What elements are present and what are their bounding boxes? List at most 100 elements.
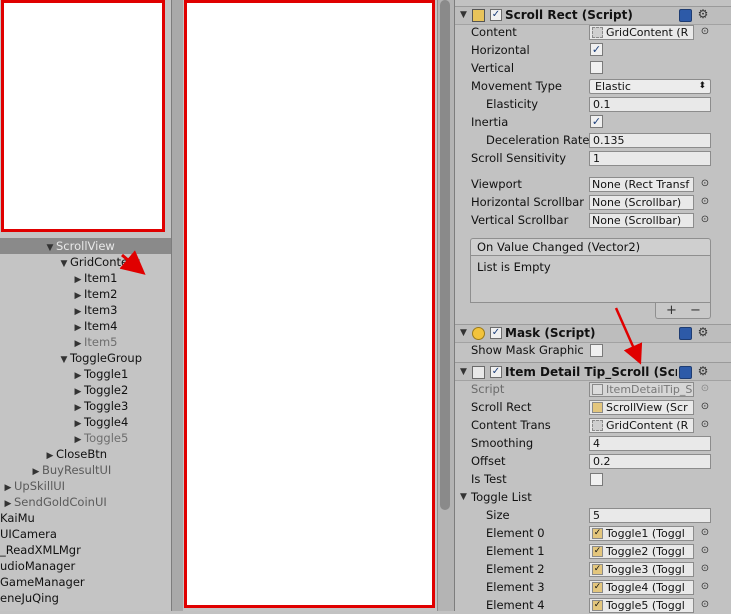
horizontal-scrollbar-field[interactable]: None (Scrollbar) — [589, 195, 694, 210]
rect-transform-icon — [592, 420, 603, 431]
hierarchy-item[interactable]: ▼ ToggleGroup — [58, 350, 142, 366]
hierarchy-item-label: Item4 — [84, 319, 118, 333]
gear-icon[interactable]: ⚙ — [695, 7, 711, 21]
object-picker-icon[interactable]: ⊙ — [699, 401, 711, 413]
smoothing-field[interactable]: 4 — [589, 436, 711, 451]
hierarchy-item[interactable]: ▼ GridContent — [58, 254, 140, 270]
hierarchy-item[interactable]: _ReadXMLMgr — [0, 542, 81, 558]
scroll-rect-field-label: Scroll Rect — [471, 400, 532, 414]
hierarchy-item-label: UpSkillUI — [14, 479, 66, 493]
hierarchy-item[interactable]: ▶ Item5 — [72, 334, 118, 350]
item-detail-enabled-checkbox[interactable]: ✓ — [490, 366, 502, 378]
element-object-field[interactable]: Toggle2 (Toggl — [589, 544, 694, 559]
fold-arrow-icon[interactable]: ▼ — [460, 324, 470, 342]
hierarchy-item[interactable]: ▶ BuyResultUI — [30, 462, 112, 478]
hierarchy-item[interactable]: eneJuQing — [0, 590, 59, 606]
elasticity-field[interactable]: 0.1 — [589, 97, 711, 112]
content-field[interactable]: GridContent (R — [589, 25, 694, 40]
horizontal-checkbox[interactable]: ✓ — [590, 43, 603, 56]
hierarchy-item[interactable]: ▶ UpSkillUI — [2, 478, 66, 494]
viewport-field[interactable]: None (Rect Transf — [589, 177, 694, 192]
element-label: Element 0 — [486, 526, 545, 540]
offset-field[interactable]: 0.2 — [589, 454, 711, 469]
object-picker-icon[interactable]: ⊙ — [699, 178, 711, 190]
help-book-icon[interactable] — [679, 366, 692, 379]
hierarchy-item[interactable]: KaiMu — [0, 510, 35, 526]
hierarchy-item[interactable]: ▶ Toggle2 — [72, 382, 129, 398]
viewport-label: Viewport — [471, 177, 522, 191]
hierarchy-item[interactable]: ▶ Toggle4 — [72, 414, 129, 430]
hierarchy-item[interactable]: GameManager — [0, 574, 85, 590]
element-object-field[interactable]: Toggle1 (Toggl — [589, 526, 694, 541]
hierarchy-item-label: udioManager — [0, 559, 76, 573]
deceleration-rate-field[interactable]: 0.135 — [589, 133, 711, 148]
movement-type-dropdown[interactable]: Elastic ⬍ — [589, 79, 711, 94]
object-picker-icon[interactable]: ⊙ — [699, 581, 711, 593]
remove-listener-button[interactable]: − — [690, 304, 701, 318]
hierarchy-item[interactable]: ▶ Item3 — [72, 302, 118, 318]
hierarchy-item[interactable]: ▼ ScrollView — [44, 238, 115, 254]
scroll-rect-enabled-checkbox[interactable]: ✓ — [490, 9, 502, 21]
show-mask-graphic-checkbox[interactable] — [590, 344, 603, 357]
scroll-sensitivity-field[interactable]: 1 — [589, 151, 711, 166]
element-object-field[interactable]: Toggle3 (Toggl — [589, 562, 694, 577]
hierarchy-item[interactable]: ▶ Item1 — [72, 270, 118, 286]
scroll-rect-field[interactable]: ScrollView (Scr — [589, 400, 694, 415]
hierarchy-item[interactable]: ▶ Toggle5 — [72, 430, 129, 446]
expand-arrow-icon[interactable]: ▼ — [44, 240, 56, 256]
gear-icon[interactable]: ⚙ — [695, 364, 711, 378]
object-picker-icon[interactable]: ⊙ — [699, 563, 711, 575]
hierarchy-item-label: Toggle3 — [84, 399, 129, 413]
hierarchy-item-label: BuyResultUI — [42, 463, 112, 477]
toggle-list-label[interactable]: Toggle List — [471, 488, 532, 506]
horizontal-scrollbar-label: Horizontal Scrollbar — [471, 195, 584, 209]
highlighted-scene-box — [184, 0, 435, 608]
hierarchy-item-label: Toggle4 — [84, 415, 129, 429]
content-trans-label: Content Trans — [471, 418, 551, 432]
element-value: Toggle4 (Toggl — [606, 581, 685, 594]
hierarchy-item[interactable]: ▶ Item4 — [72, 318, 118, 334]
hierarchy-item[interactable]: udioManager — [0, 558, 75, 574]
content-trans-field[interactable]: GridContent (R — [589, 418, 694, 433]
add-listener-button[interactable]: + — [666, 304, 677, 318]
hierarchy-item-label: eneJuQing — [0, 591, 59, 605]
element-label: Element 1 — [486, 544, 545, 558]
object-picker-icon[interactable]: ⊙ — [699, 26, 711, 38]
object-picker-icon[interactable]: ⊙ — [699, 196, 711, 208]
mask-enabled-checkbox[interactable]: ✓ — [490, 327, 502, 339]
movement-type-value: Elastic — [595, 80, 631, 93]
hierarchy-item[interactable]: ▶ SendGoldCoinUI — [2, 494, 107, 510]
hierarchy-item[interactable]: ▶ Toggle3 — [72, 398, 129, 414]
gear-icon[interactable]: ⚙ — [695, 325, 711, 339]
mask-component-icon — [472, 327, 485, 340]
object-picker-icon[interactable]: ⊙ — [699, 214, 711, 226]
help-book-icon[interactable] — [679, 9, 692, 22]
object-picker-icon[interactable]: ⊙ — [699, 527, 711, 539]
fold-arrow-icon[interactable]: ▼ — [460, 488, 470, 506]
object-picker-icon[interactable]: ⊙ — [699, 545, 711, 557]
expand-arrow-icon[interactable]: ▼ — [58, 352, 70, 368]
fold-arrow-icon[interactable]: ▼ — [460, 6, 470, 24]
help-book-icon[interactable] — [679, 327, 692, 340]
hierarchy-item[interactable]: UICamera — [0, 526, 57, 542]
expand-arrow-icon[interactable]: ▼ — [58, 256, 70, 272]
object-picker-icon[interactable]: ⊙ — [699, 599, 711, 611]
hierarchy-item[interactable]: ▶ Toggle1 — [72, 366, 129, 382]
scrollbar-thumb[interactable] — [440, 0, 450, 510]
size-field[interactable]: 5 — [589, 508, 711, 523]
object-picker-icon[interactable]: ⊙ — [699, 419, 711, 431]
is-test-checkbox[interactable] — [590, 473, 603, 486]
hierarchy-item-label: Item2 — [84, 287, 118, 301]
hierarchy-item[interactable]: ▶ CloseBtn — [44, 446, 107, 462]
scroll-sensitivity-label: Scroll Sensitivity — [471, 151, 567, 165]
hierarchy-item-label: CloseBtn — [56, 447, 108, 461]
inertia-checkbox[interactable]: ✓ — [590, 115, 603, 128]
vertical-checkbox[interactable] — [590, 61, 603, 74]
script-label: Script — [471, 382, 505, 396]
content-label: Content — [471, 25, 517, 39]
fold-arrow-icon[interactable]: ▼ — [460, 363, 470, 381]
hierarchy-item[interactable]: ▶ Item2 — [72, 286, 118, 302]
toggle-component-icon: ✓ — [592, 600, 603, 611]
element-object-field[interactable]: Toggle4 (Toggl — [589, 580, 694, 595]
vertical-scrollbar-field[interactable]: None (Scrollbar) — [589, 213, 694, 228]
